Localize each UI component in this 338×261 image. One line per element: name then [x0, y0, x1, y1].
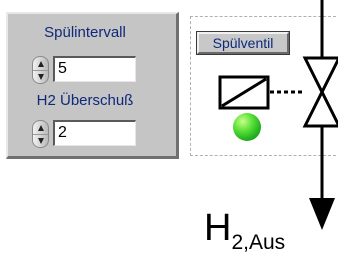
arrow-down-icon — [309, 198, 335, 230]
solenoid-icon — [218, 75, 270, 110]
outlet-label-sub: 2,Aus — [231, 231, 286, 254]
valve-icon — [302, 56, 338, 128]
status-led — [233, 113, 261, 141]
outlet-label: H2,Aus — [204, 207, 285, 254]
outlet-label-main: H — [204, 207, 232, 249]
flow-diagram — [218, 0, 338, 230]
